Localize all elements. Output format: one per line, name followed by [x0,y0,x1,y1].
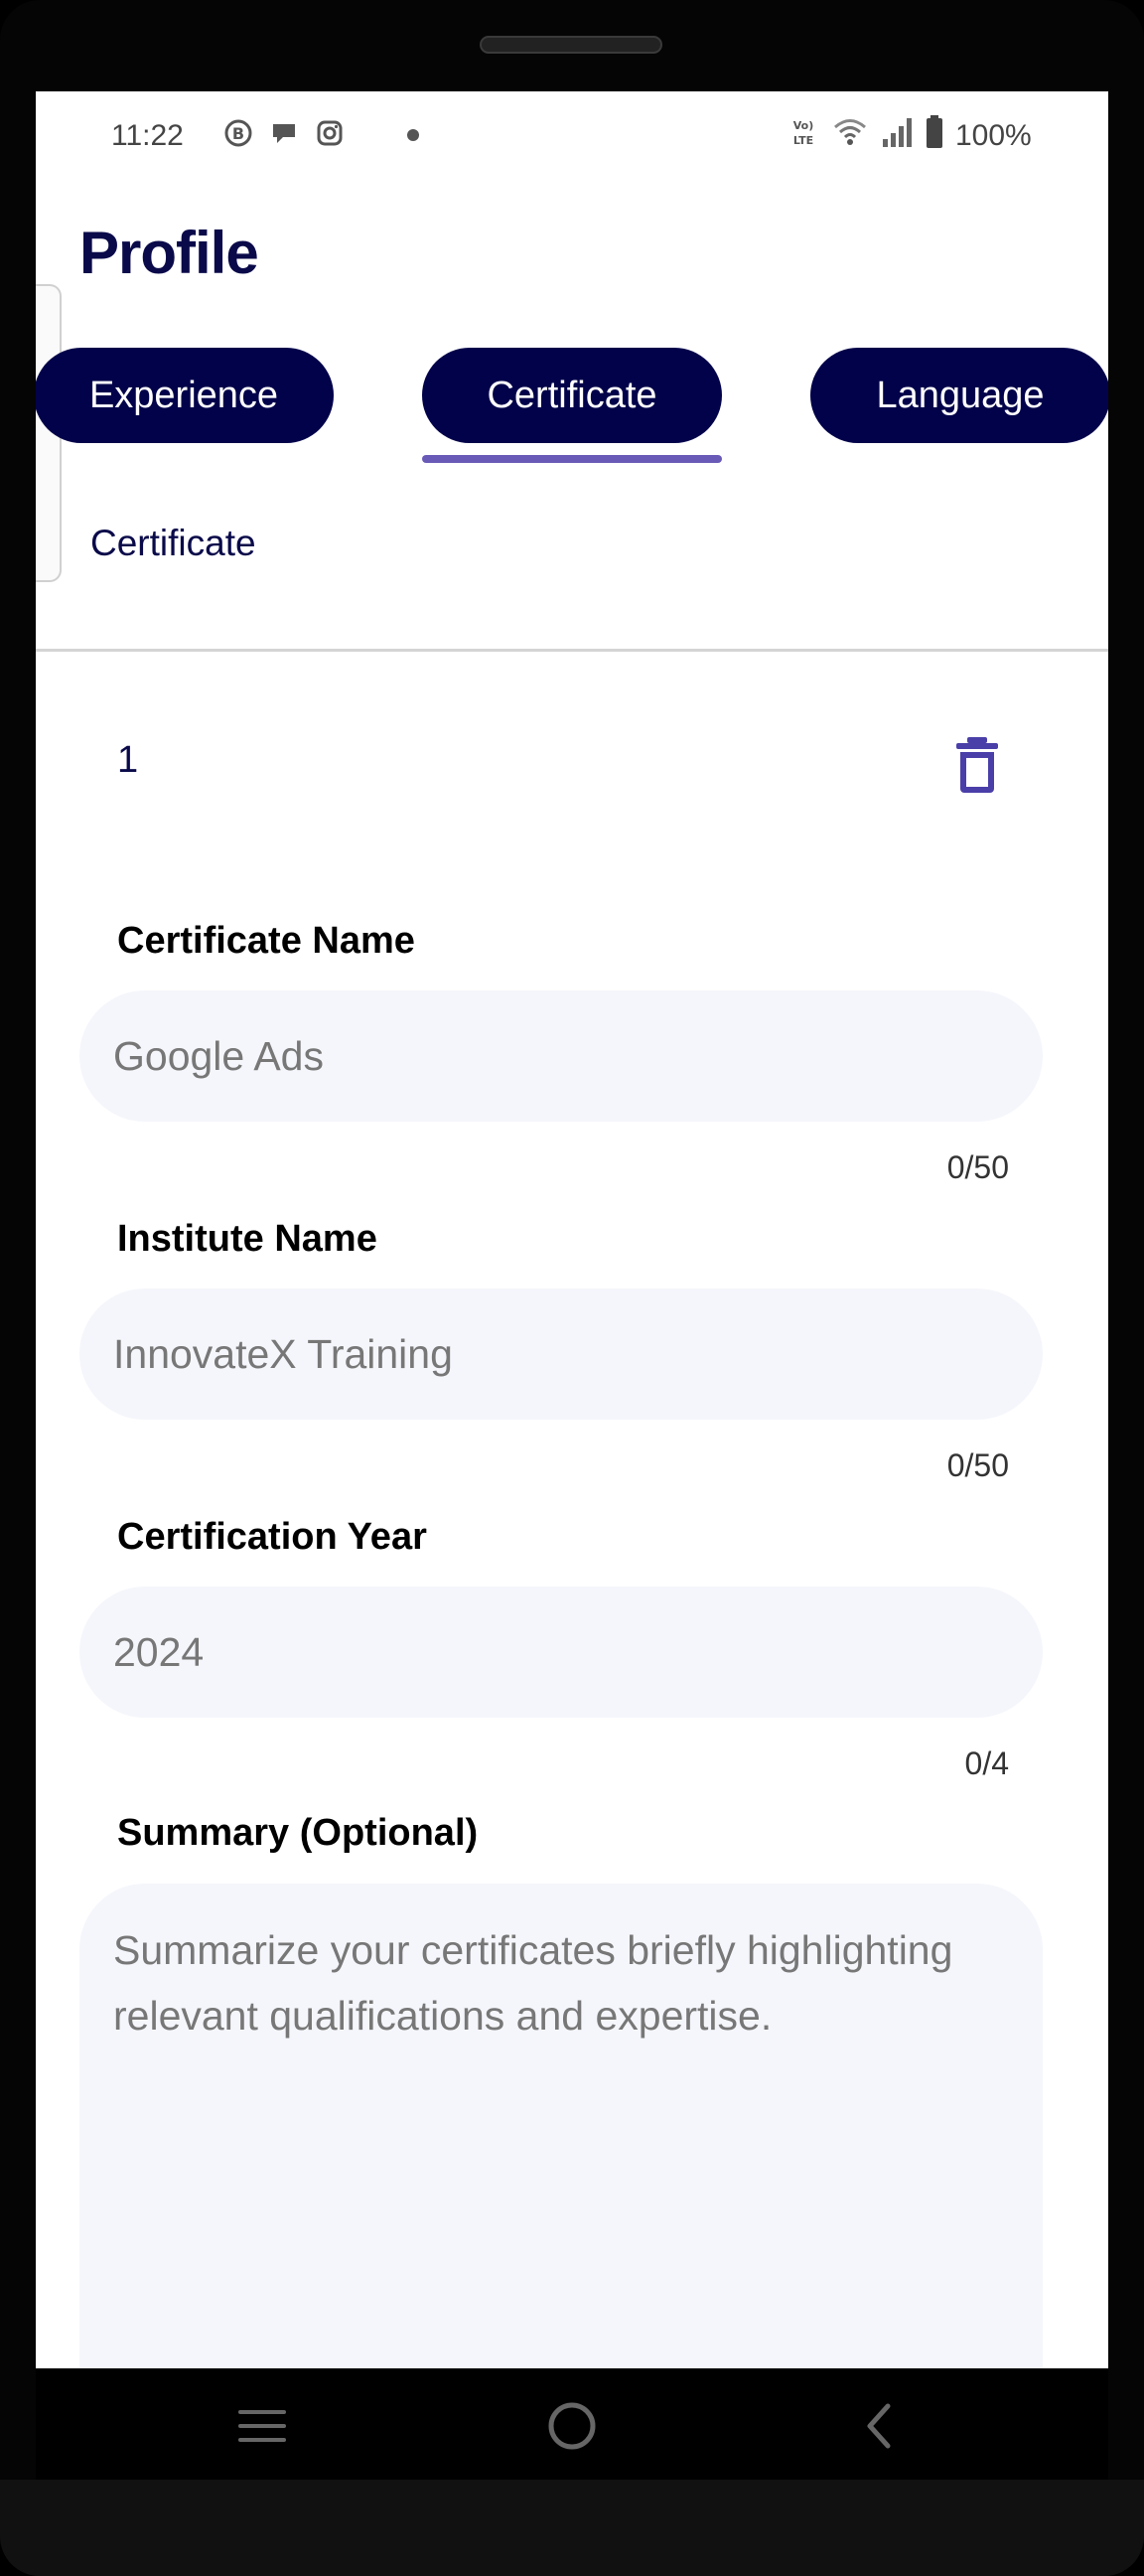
summary-label: Summary (Optional) [117,1812,479,1854]
trash-icon [956,737,998,793]
signal-icon [880,115,914,157]
speaker-grill [480,36,662,54]
device-frame: 11:22 B Vo) LTE 100% Profile Experience … [0,0,1144,2576]
tab-language[interactable]: Language [810,348,1108,443]
svg-text:B: B [232,124,244,143]
device-chin [0,2480,1144,2576]
app-screen: 11:22 B Vo) LTE 100% Profile Experience … [36,91,1108,2368]
instagram-icon [314,117,346,149]
recent-apps-button[interactable] [232,2396,292,2456]
wifi-icon [832,115,868,157]
battery-icon [926,115,943,157]
institute-name-counter: 0/50 [946,1447,1009,1483]
tab-experience[interactable]: Experience [36,348,334,443]
tab-active-indicator [422,455,722,463]
home-button[interactable] [542,2396,602,2456]
status-time: 11:22 [111,119,184,152]
institute-name-label: Institute Name [117,1218,377,1260]
certification-year-counter: 0/4 [964,1745,1009,1781]
section-title: Certificate [90,523,256,563]
certificate-name-field[interactable]: Google Ads [79,990,1043,1122]
certificate-name-counter: 0/50 [946,1149,1009,1185]
system-nav-bar [36,2368,1108,2480]
delete-button[interactable] [953,735,1001,795]
section-divider [36,649,1108,652]
status-bar: 11:22 B Vo) LTE 100% [36,91,1108,183]
home-icon [548,2402,596,2450]
back-button[interactable] [850,2396,910,2456]
dot-icon [407,129,419,141]
notification-icons: B [222,117,346,149]
system-status-icons: Vo) LTE 100% [786,115,1032,157]
b-badge-icon: B [222,117,254,149]
battery-percent: 100% [955,119,1032,152]
volte-icon: Vo) LTE [786,115,820,157]
page-title: Profile [79,220,259,286]
certification-year-field[interactable]: 2024 [79,1587,1043,1718]
entry-index: 1 [117,739,139,781]
svg-text:LTE: LTE [793,134,813,147]
menu-icon [238,2410,286,2442]
tab-certificate[interactable]: Certificate [422,348,722,443]
certification-year-label: Certification Year [117,1516,427,1558]
institute-name-field[interactable]: InnovateX Training [79,1288,1043,1420]
certificate-name-label: Certificate Name [117,920,415,962]
summary-textarea[interactable]: Summarize your certificates briefly high… [79,1884,1043,2368]
svg-text:Vo): Vo) [793,119,814,132]
back-icon [867,2403,891,2449]
chat-bubble-icon [268,117,300,149]
